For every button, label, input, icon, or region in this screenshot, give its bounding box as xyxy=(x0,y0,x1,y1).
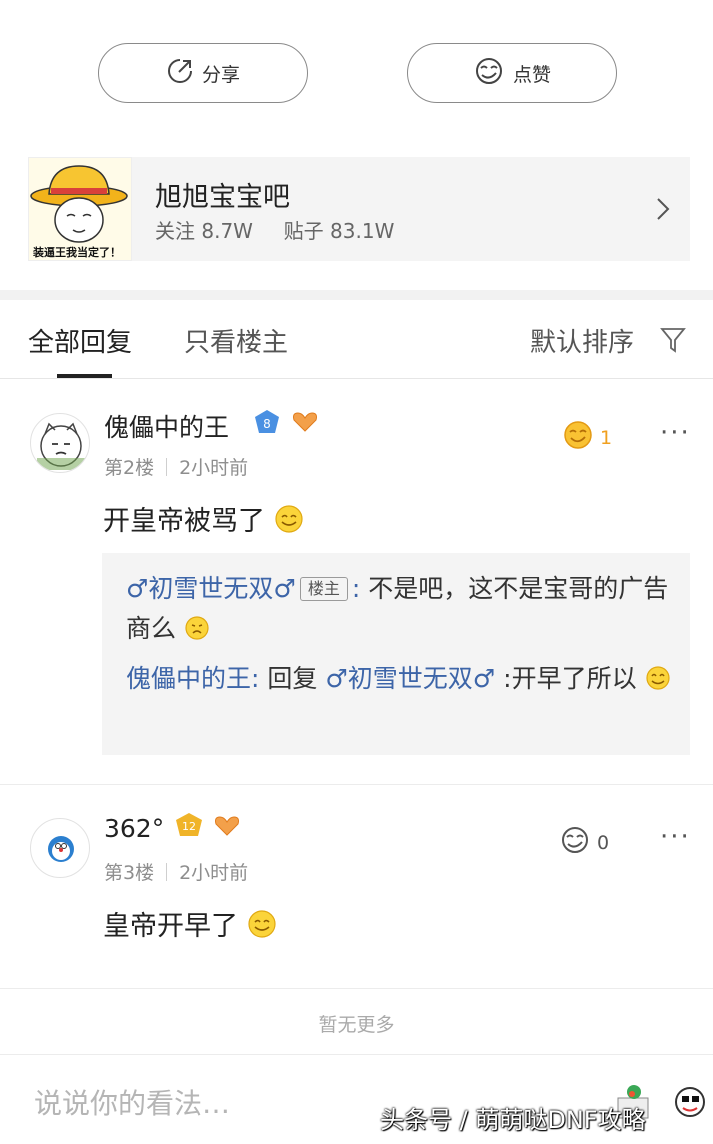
forum-stats: 关注 8.7W 贴子 83.1W xyxy=(155,215,394,244)
followers-value: 8.7W xyxy=(201,219,253,243)
share-button[interactable]: 分享 xyxy=(98,43,308,103)
posts-label: 贴子 xyxy=(283,219,324,243)
tabs-divider xyxy=(0,378,713,379)
smile-emoji-icon xyxy=(274,504,304,541)
followers-label: 关注 xyxy=(155,219,195,243)
svg-text:12: 12 xyxy=(182,820,196,833)
posts-value: 83.1W xyxy=(330,219,395,243)
reply-target[interactable]: ♂初雪世无双♂ xyxy=(325,664,495,693)
watermark: 头条号 / 萌萌哒DNF攻略 xyxy=(380,1106,646,1134)
section-separator xyxy=(0,290,713,300)
comment-meta: 第2楼 2小时前 xyxy=(104,453,248,480)
heart-icon xyxy=(291,411,319,437)
comment-input[interactable]: 说说你的看法… xyxy=(34,1082,230,1122)
smile-emoji-icon xyxy=(645,663,671,703)
comment-like-button[interactable]: 1 xyxy=(562,420,612,455)
owner-tag: 楼主 xyxy=(299,577,348,601)
no-more-label: 暂无更多 xyxy=(318,1014,395,1036)
comment-text: 皇帝开早了 xyxy=(103,904,277,946)
more-options-icon[interactable]: ··· xyxy=(660,822,691,852)
reply-author[interactable]: 傀儡中的王 xyxy=(126,664,251,693)
like-post-button[interactable]: 点赞 xyxy=(407,43,617,103)
emoji-picker-icon[interactable] xyxy=(668,1080,712,1128)
share-icon xyxy=(166,57,194,90)
smile-emoji-icon xyxy=(247,909,277,946)
forum-avatar: 装逼王我当定了！ xyxy=(28,157,132,261)
avatar[interactable] xyxy=(30,413,90,473)
comment-meta: 第3楼 2小时前 xyxy=(104,858,248,885)
reply-text: :开早了所以 xyxy=(503,664,637,693)
forum-card[interactable]: 装逼王我当定了！ 旭旭宝宝吧 关注 8.7W 贴子 83.1W xyxy=(28,157,690,261)
avatar[interactable] xyxy=(30,818,90,878)
floor-label: 第2楼 xyxy=(104,457,155,479)
reply-item[interactable]: ♂初雪世无双♂ 楼主: 不是吧，这不是宝哥的广告商么 xyxy=(126,569,686,653)
comment-text: 开皇帝被骂了 xyxy=(103,499,304,541)
like-count: 0 xyxy=(597,831,610,854)
filter-icon[interactable] xyxy=(660,326,686,358)
comment-username[interactable]: 362° xyxy=(104,814,164,843)
share-label: 分享 xyxy=(201,63,240,86)
reply-thread: ♂初雪世无双♂ 楼主: 不是吧，这不是宝哥的广告商么 傀儡中的王: 回复 ♂初雪世… xyxy=(102,553,690,755)
level-badge: 8 xyxy=(253,409,281,439)
comment-like-button[interactable]: 0 xyxy=(559,826,609,859)
level-badge: 12 xyxy=(174,812,204,842)
tab-all-replies[interactable]: 全部回复 xyxy=(28,322,132,359)
footer-divider xyxy=(0,1054,713,1055)
like-count: 1 xyxy=(600,426,613,449)
time-label: 2小时前 xyxy=(179,457,249,479)
forum-avatar-caption: 装逼王我当定了！ xyxy=(33,246,121,259)
like-label: 点赞 xyxy=(512,63,551,86)
reply-word: 回复 xyxy=(267,664,318,693)
chevron-right-icon xyxy=(656,197,670,225)
reply-item[interactable]: 傀儡中的王: 回复 ♂初雪世无双♂ :开早了所以 xyxy=(126,659,686,703)
tab-owner-only[interactable]: 只看楼主 xyxy=(184,322,288,359)
svg-text:8: 8 xyxy=(263,417,271,431)
thumbs-up-icon xyxy=(473,57,505,90)
thumbs-up-icon xyxy=(559,826,591,859)
reply-author[interactable]: ♂初雪世无双♂ xyxy=(126,574,296,603)
comment-username[interactable]: 傀儡中的王 xyxy=(104,408,229,444)
comment-divider xyxy=(0,988,713,989)
sort-dropdown[interactable]: 默认排序 xyxy=(530,322,634,359)
comment-divider xyxy=(0,784,713,785)
sad-emoji-icon xyxy=(184,613,210,653)
more-options-icon[interactable]: ··· xyxy=(660,418,691,448)
liked-icon xyxy=(562,420,594,455)
heart-icon xyxy=(213,815,241,841)
floor-label: 第3楼 xyxy=(104,862,155,884)
time-label: 2小时前 xyxy=(179,862,249,884)
forum-name: 旭旭宝宝吧 xyxy=(155,182,290,213)
